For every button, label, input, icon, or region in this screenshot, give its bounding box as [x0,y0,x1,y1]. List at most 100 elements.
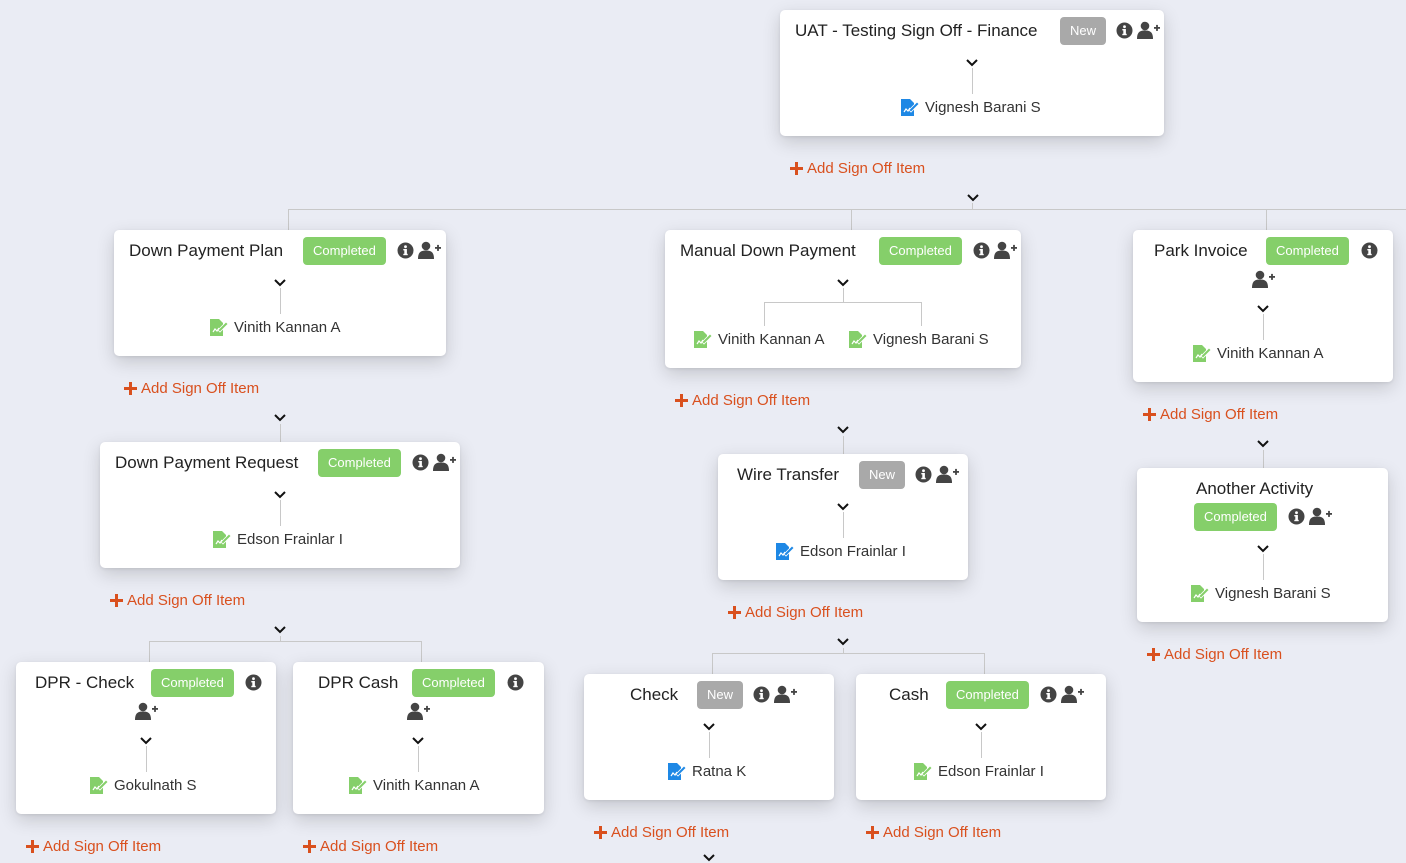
approver[interactable]: Ratna K [668,763,746,780]
chevron-down-icon[interactable] [273,413,287,423]
connector [288,209,289,231]
connector [421,641,422,662]
chevron-down-icon[interactable] [1256,544,1270,554]
signature-pending-icon [901,99,919,116]
add-user-icon[interactable] [1309,507,1333,525]
add-user-icon[interactable] [433,453,457,471]
add-sign-off-item-link[interactable]: Add Sign Off Item [675,392,810,409]
approver[interactable]: Vinith Kannan A [694,331,824,348]
sign-off-card-manual-down-payment: Manual Down Payment Completed Vinith Kan… [665,230,1021,368]
add-user-icon[interactable] [1061,685,1085,703]
add-sign-off-item-link[interactable]: Add Sign Off Item [26,838,161,855]
chevron-down-icon[interactable] [411,736,425,746]
info-icon[interactable] [1116,22,1133,39]
add-sign-off-item-link[interactable]: Add Sign Off Item [594,824,729,841]
add-sign-off-item-link[interactable]: Add Sign Off Item [790,160,925,177]
info-icon[interactable] [973,242,990,259]
status-badge: New [859,461,906,489]
approver[interactable]: Edson Frainlar I [213,531,343,548]
info-icon[interactable] [412,454,429,471]
plus-icon [1143,408,1156,421]
connector [288,209,1406,210]
chevron-down-icon[interactable] [974,722,988,732]
add-user-icon[interactable] [418,241,442,259]
add-user-icon[interactable] [407,702,431,720]
info-icon[interactable] [1361,242,1378,259]
chevron-down-icon[interactable] [1256,439,1270,449]
signature-done-icon [849,331,867,348]
approver[interactable]: Vignesh Barani S [849,331,989,348]
approver[interactable]: Edson Frainlar I [776,543,906,560]
connector [984,653,985,674]
connector [1266,209,1267,231]
add-sign-off-item-link[interactable]: Add Sign Off Item [110,592,245,609]
approver[interactable]: Vignesh Barani S [1191,585,1331,602]
approver[interactable]: Vignesh Barani S [901,99,1041,116]
chevron-down-icon[interactable] [273,490,287,500]
add-user-icon[interactable] [1137,21,1161,39]
chevron-down-icon[interactable] [702,722,716,732]
add-sign-off-item-link[interactable]: Add Sign Off Item [1143,406,1278,423]
add-user-icon[interactable] [774,685,798,703]
connector [149,641,422,642]
plus-icon [124,382,137,395]
chevron-down-icon[interactable] [965,58,979,68]
approver[interactable]: Vinith Kannan A [210,319,340,336]
info-icon[interactable] [507,674,524,691]
connector [843,436,844,454]
approver-name: Vignesh Barani S [1215,585,1331,602]
info-icon[interactable] [915,466,932,483]
connector [280,424,281,442]
approver[interactable]: Edson Frainlar I [914,763,1044,780]
info-icon[interactable] [1040,686,1057,703]
chevron-down-icon[interactable] [702,853,716,863]
connector [712,653,985,654]
info-icon[interactable] [245,674,262,691]
add-sign-off-item-link[interactable]: Add Sign Off Item [728,604,863,621]
chevron-down-icon[interactable] [836,502,850,512]
chevron-down-icon[interactable] [273,625,287,635]
sign-off-card-root: UAT - Testing Sign Off - Finance New Vig… [780,10,1164,136]
status-badge: Completed [303,237,386,265]
info-icon[interactable] [397,242,414,259]
chevron-down-icon[interactable] [1256,304,1270,314]
connector [280,288,281,314]
connector [851,209,852,231]
approver[interactable]: Gokulnath S [90,777,197,794]
approver-name: Ratna K [692,763,747,780]
add-user-icon[interactable] [936,465,960,483]
approver[interactable]: Vinith Kannan A [349,777,479,794]
status-badge: New [697,681,744,709]
add-sign-off-item-link[interactable]: Add Sign Off Item [124,380,259,397]
signature-done-icon [210,319,228,336]
connector [418,746,419,772]
approver-name: Vignesh Barani S [925,99,1041,116]
chevron-down-icon[interactable] [273,278,287,288]
add-sign-off-item-link[interactable]: Add Sign Off Item [303,838,438,855]
chevron-down-icon[interactable] [836,278,850,288]
connector [709,732,710,758]
info-icon[interactable] [1288,508,1305,525]
connector [843,288,844,302]
signature-done-icon [1193,345,1211,362]
add-sign-off-item-link[interactable]: Add Sign Off Item [1147,646,1282,663]
add-user-icon[interactable] [994,241,1018,259]
sign-off-card-check: Check New Ratna K [584,674,834,800]
approver-name: Vinith Kannan A [234,319,341,336]
approver[interactable]: Vinith Kannan A [1193,345,1323,362]
sign-off-card-down-payment-plan: Down Payment Plan Completed Vinith Kanna… [114,230,446,356]
plus-icon [790,162,803,175]
chevron-down-icon[interactable] [836,425,850,435]
status-badge: Completed [151,669,234,697]
sign-off-card-dpr-check: DPR - Check Completed Gokulnath S [16,662,276,814]
plus-icon [303,840,316,853]
info-icon[interactable] [753,686,770,703]
sign-off-tree-canvas: UAT - Testing Sign Off - Finance New Vig… [0,0,1406,862]
add-sign-off-item-link[interactable]: Add Sign Off Item [866,824,1001,841]
connector [712,653,713,674]
add-user-icon[interactable] [1252,270,1276,288]
chevron-down-icon[interactable] [139,736,153,746]
add-user-icon[interactable] [135,702,159,720]
chevron-down-icon[interactable] [966,193,980,203]
chevron-down-icon[interactable] [836,637,850,647]
